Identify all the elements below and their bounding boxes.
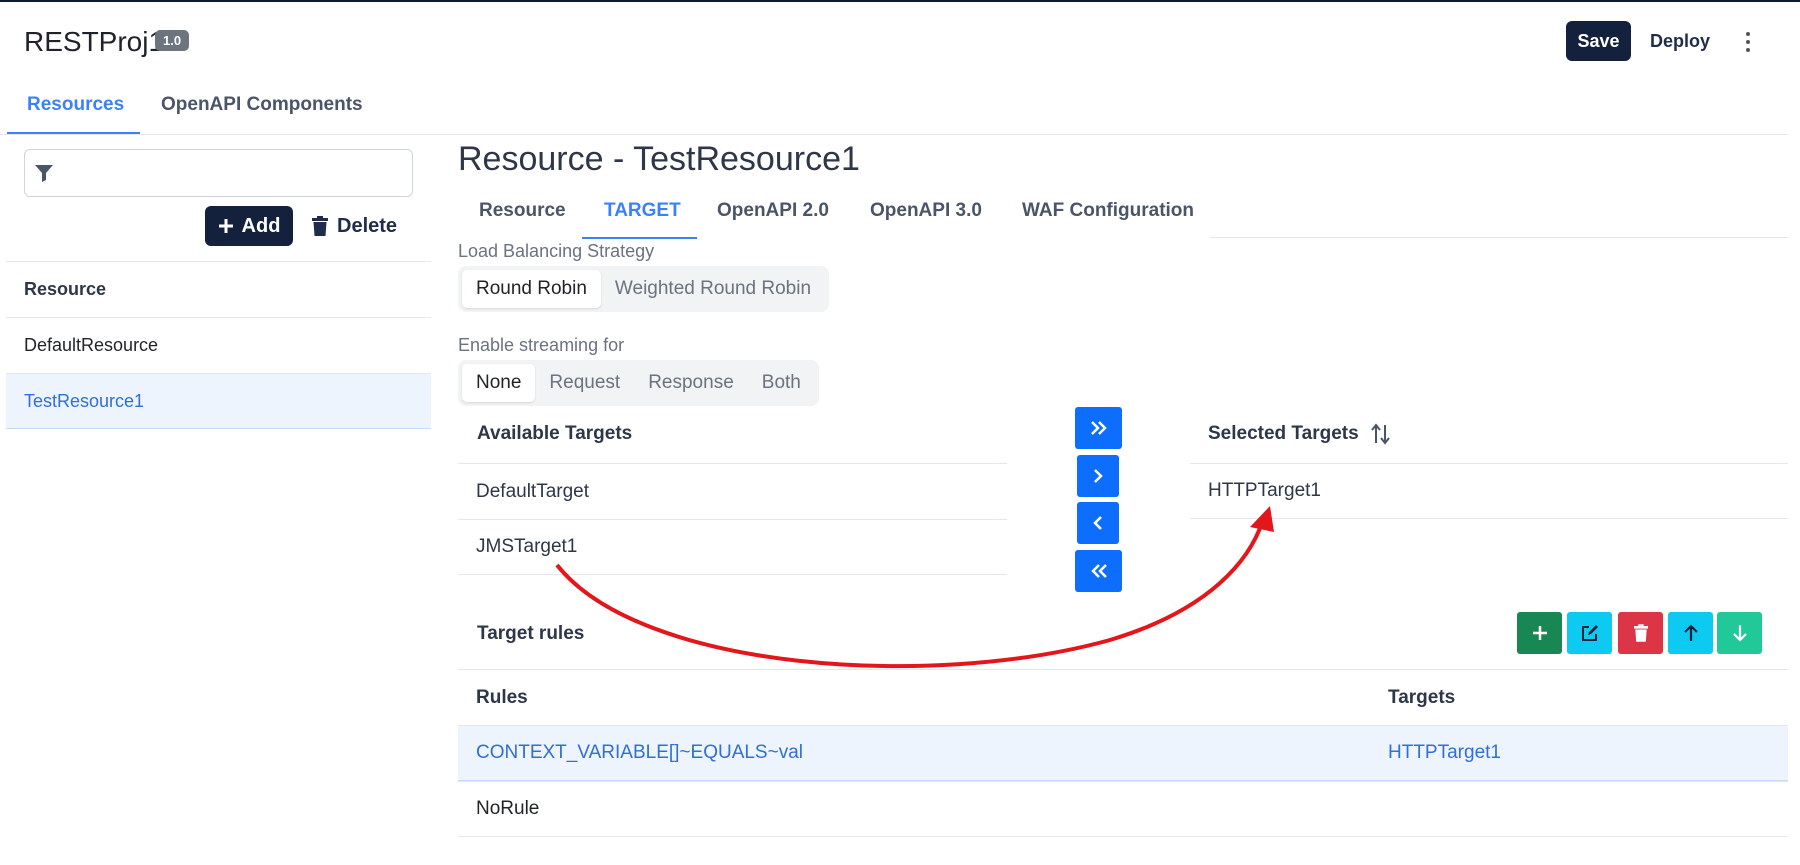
sort-arrows-icon[interactable] <box>1371 423 1391 445</box>
move-all-left-button[interactable] <box>1075 550 1122 592</box>
top-border <box>0 0 1800 2</box>
arrow-up-icon <box>1683 624 1698 641</box>
load-balancing-label: Load Balancing Strategy <box>458 241 655 261</box>
tab-resource[interactable]: Resource <box>479 200 566 222</box>
edit-rule-button[interactable] <box>1567 612 1612 654</box>
add-resource-button[interactable]: Add <box>205 206 293 246</box>
trash-icon <box>312 216 328 236</box>
page-title: Resource - TestResource1 <box>458 140 860 178</box>
delete-label: Delete <box>337 214 398 237</box>
selected-target-item[interactable]: HTTPTarget1 <box>1190 463 1788 519</box>
resource-column-header: Resource <box>6 261 431 317</box>
delete-resource-button[interactable]: Delete <box>312 206 397 246</box>
deploy-button[interactable]: Deploy <box>1642 21 1718 61</box>
edit-icon <box>1581 625 1598 641</box>
filter-icon <box>35 165 53 182</box>
rules-table-row[interactable]: CONTEXT_VARIABLE[]~EQUALS~val HTTPTarget… <box>458 725 1788 781</box>
move-rule-down-button[interactable] <box>1717 612 1762 654</box>
tab-openapi-components[interactable]: OpenAPI Components <box>161 94 363 116</box>
arrow-down-icon <box>1732 625 1747 642</box>
add-rule-button[interactable] <box>1517 612 1562 654</box>
add-label: Add <box>241 214 281 237</box>
resource-item-defaultresource[interactable]: DefaultResource <box>6 317 431 373</box>
double-chevron-right-icon <box>1090 421 1107 435</box>
subtabs-divider <box>1210 237 1788 238</box>
rules-table-header: Rules Targets <box>458 669 1788 725</box>
project-title: RESTProj1 <box>24 26 165 57</box>
delete-rule-button[interactable] <box>1618 612 1663 654</box>
tab-openapi-3[interactable]: OpenAPI 3.0 <box>870 200 982 222</box>
tabs-divider <box>0 134 1788 135</box>
option-both[interactable]: Both <box>748 364 815 402</box>
active-subtab-indicator <box>582 237 697 239</box>
load-balancing-toggle: Round Robin Weighted Round Robin <box>458 266 830 312</box>
rules-column-header: Rules <box>476 686 528 708</box>
rule-target-cell: HTTPTarget1 <box>1388 742 1501 763</box>
filter-input[interactable] <box>24 149 413 197</box>
plus-icon <box>218 219 233 233</box>
option-weighted-round-robin[interactable]: Weighted Round Robin <box>601 270 825 308</box>
tab-waf-configuration[interactable]: WAF Configuration <box>1022 200 1194 222</box>
move-rule-up-button[interactable] <box>1668 612 1713 654</box>
trash-icon <box>1633 624 1648 642</box>
tab-resources[interactable]: Resources <box>27 94 124 116</box>
resource-item-testresource1[interactable]: TestResource1 <box>6 373 431 429</box>
option-round-robin[interactable]: Round Robin <box>462 270 601 308</box>
targets-column-header: Targets <box>1388 686 1456 708</box>
available-targets-header: Available Targets <box>477 423 633 444</box>
streaming-toggle: None Request Response Both <box>458 360 819 406</box>
double-chevron-left-icon <box>1090 564 1107 578</box>
available-target-item[interactable]: JMSTarget1 <box>458 519 1007 575</box>
move-all-right-button[interactable] <box>1075 407 1122 449</box>
version-badge: 1.0 <box>155 30 190 51</box>
rule-cell: CONTEXT_VARIABLE[]~EQUALS~val <box>476 742 803 763</box>
tab-target[interactable]: TARGET <box>604 200 681 222</box>
chevron-left-icon <box>1093 516 1102 530</box>
move-left-button[interactable] <box>1077 502 1119 544</box>
chevron-right-icon <box>1094 469 1103 483</box>
rule-cell: NoRule <box>476 798 540 819</box>
plus-icon <box>1532 626 1547 640</box>
move-right-button[interactable] <box>1077 455 1119 497</box>
kebab-vertical-icon[interactable] <box>1738 28 1758 56</box>
option-none[interactable]: None <box>462 364 536 402</box>
selected-targets-header: Selected Targets <box>1208 423 1359 444</box>
target-rules-title: Target rules <box>477 623 585 644</box>
option-request[interactable]: Request <box>535 364 634 402</box>
rules-table-row[interactable]: NoRule <box>458 781 1788 837</box>
available-target-item[interactable]: DefaultTarget <box>458 463 1007 519</box>
streaming-label: Enable streaming for <box>458 335 625 355</box>
option-response[interactable]: Response <box>634 364 748 402</box>
save-button[interactable]: Save <box>1566 21 1631 61</box>
tab-openapi-2[interactable]: OpenAPI 2.0 <box>717 200 829 222</box>
